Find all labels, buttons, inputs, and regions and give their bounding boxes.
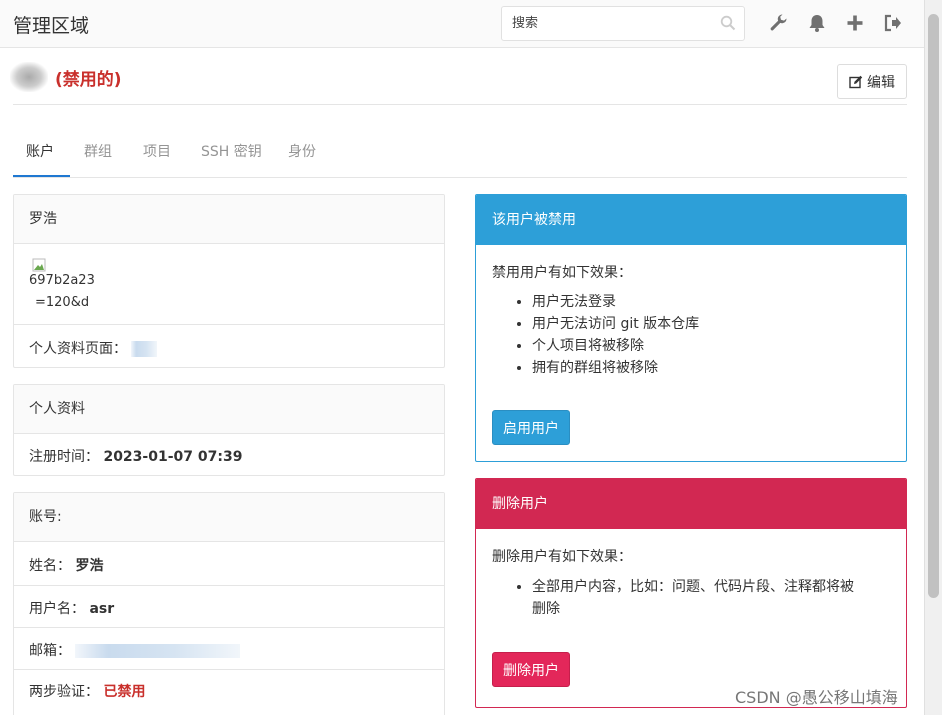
delete-user-button[interactable]: 删除用户 — [492, 652, 570, 687]
two-factor-row: 两步验证： 已禁用 — [29, 681, 145, 701]
blurred-username — [10, 62, 48, 92]
page-title: 管理区域 — [13, 15, 90, 37]
edit-button-label: 编辑 — [867, 74, 895, 91]
personal-info-card: 个人资料 注册时间： 2023-01-07 07:39 — [13, 384, 445, 476]
profile-page-label: 个人资料页面： — [29, 341, 127, 357]
profile-page-link[interactable] — [131, 341, 158, 357]
list-item: 个人项目将被移除 — [532, 335, 699, 357]
edit-icon — [849, 75, 863, 88]
delete-user-panel: 删除用户 删除用户有如下效果： 全部用户内容，比如：问题、代码片段、注释都将被 … — [475, 478, 907, 708]
user-tabs: 账户 群组 项目 SSH 密钥 身份 — [13, 125, 907, 178]
search-input[interactable] — [502, 7, 702, 40]
blocked-effects-list: 用户无法登录 用户无法访问 git 版本仓库 个人项目将被移除 拥有的群组将被移… — [532, 291, 699, 379]
name-value: 罗浩 — [75, 558, 104, 574]
user-title-row: (禁用的) 编辑 — [10, 62, 907, 105]
list-item: 用户无法访问 git 版本仓库 — [532, 313, 699, 335]
wrench-icon[interactable] — [769, 13, 789, 33]
plus-icon[interactable] — [845, 13, 865, 33]
username-label: 用户名： — [29, 601, 85, 617]
email-value-blurred[interactable] — [75, 644, 241, 658]
active-tab-indicator — [13, 175, 70, 177]
username-value: asr — [89, 601, 115, 617]
two-factor-label: 两步验证： — [29, 684, 99, 700]
edit-button[interactable]: 编辑 — [837, 64, 907, 99]
blocked-panel-intro: 禁用用户有如下效果： — [492, 265, 632, 281]
account-card-title: 账号: — [14, 493, 444, 542]
email-label: 邮箱： — [29, 643, 71, 659]
tab-account[interactable]: 账户 — [26, 141, 54, 161]
email-row: 邮箱： — [29, 640, 241, 660]
two-factor-value: 已禁用 — [103, 684, 146, 700]
profile-card: 罗浩 697b2a23 =120&d 个人资料页面： — [13, 194, 445, 368]
name-label: 姓名： — [29, 558, 71, 574]
delete-effects-list: 全部用户内容，比如：问题、代码片段、注释都将被 删除 — [532, 576, 892, 620]
list-item: 全部用户内容，比如：问题、代码片段、注释都将被 删除 — [532, 576, 892, 620]
search-box[interactable] — [501, 6, 745, 41]
registered-row: 注册时间： 2023-01-07 07:39 — [29, 446, 242, 466]
search-icon[interactable] — [720, 15, 736, 31]
tab-identities[interactable]: 身份 — [288, 141, 316, 161]
profile-page-row: 个人资料页面： — [29, 338, 158, 358]
blocked-user-panel: 该用户被禁用 禁用用户有如下效果： 用户无法登录 用户无法访问 git 版本仓库… — [475, 194, 907, 462]
account-card: 账号: 姓名： 罗浩 用户名： asr 邮箱： 两步验证： 已禁用 — [13, 492, 445, 715]
avatar-alt-text-2: =120&d — [35, 295, 90, 310]
delete-panel-intro: 删除用户有如下效果： — [492, 549, 632, 565]
unblock-user-button[interactable]: 启用用户 — [492, 410, 570, 445]
scrollbar-thumb[interactable] — [928, 14, 939, 598]
list-item: 拥有的群组将被移除 — [532, 357, 699, 379]
delete-panel-title: 删除用户 — [476, 479, 906, 529]
username-row: 用户名： asr — [29, 598, 114, 618]
sign-out-icon[interactable] — [883, 13, 903, 33]
blocked-panel-title: 该用户被禁用 — [476, 195, 906, 245]
tab-projects[interactable]: 项目 — [143, 141, 171, 161]
name-row: 姓名： 罗浩 — [29, 555, 103, 575]
registered-value: 2023-01-07 07:39 — [103, 449, 243, 465]
personal-info-title: 个人资料 — [14, 385, 444, 434]
tab-groups[interactable]: 群组 — [84, 141, 112, 161]
bell-icon[interactable] — [807, 13, 827, 33]
broken-image-icon — [32, 258, 46, 272]
top-navbar: 管理区域 — [0, 0, 924, 48]
profile-card-name: 罗浩 — [14, 195, 444, 244]
avatar-alt-text: 697b2a23 — [29, 273, 95, 288]
watermark: CSDN @愚公移山填海 — [735, 688, 898, 707]
registered-label: 注册时间： — [29, 449, 99, 465]
delete-effect-line-1: 全部用户内容，比如：问题、代码片段、注释都将被 — [532, 579, 854, 595]
scrollbar[interactable] — [924, 0, 942, 715]
tab-ssh-keys[interactable]: SSH 密钥 — [201, 141, 262, 161]
blocked-status-label: (禁用的) — [55, 70, 122, 90]
list-item: 用户无法登录 — [532, 291, 699, 313]
delete-effect-line-2: 删除 — [532, 601, 560, 617]
